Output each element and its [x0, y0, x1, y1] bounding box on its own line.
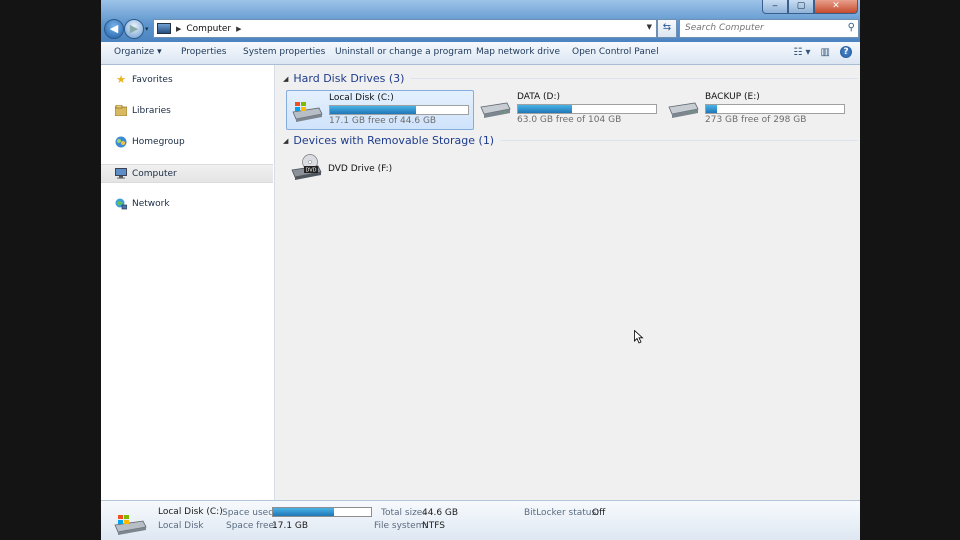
- forward-arrow-icon: ▶: [129, 22, 139, 35]
- total-size-label: Total size:: [381, 508, 426, 518]
- address-dropdown-icon[interactable]: ▼: [647, 23, 652, 31]
- mouse-pointer-icon: [634, 330, 644, 344]
- file-system-value: NTFS: [422, 521, 445, 531]
- sidebar-item-label: Network: [132, 198, 170, 209]
- forward-button[interactable]: ▶: [124, 19, 144, 39]
- view-controls: ☷ ▾ ▥ ?: [793, 46, 852, 58]
- space-used-bar: [272, 507, 372, 517]
- dvd-drive-icon: DVD: [291, 154, 322, 180]
- space-free-value: 17.1 GB: [272, 521, 309, 531]
- refresh-button[interactable]: ⇆: [657, 19, 677, 38]
- network-icon: [115, 198, 128, 210]
- drive-free-space: 63.0 GB free of 104 GB: [517, 115, 622, 125]
- drive-item-e[interactable]: BACKUP (E:) 273 GB free of 298 GB: [663, 90, 849, 128]
- space-used-label: Space used:: [222, 508, 277, 518]
- sidebar-item-label: Computer: [132, 168, 177, 179]
- properties-button[interactable]: Properties: [181, 47, 226, 57]
- total-size-value: 44.6 GB: [422, 508, 459, 518]
- sidebar-item-homegroup[interactable]: Homegroup: [101, 133, 273, 150]
- drive-usage-bar: [705, 104, 845, 114]
- sidebar-item-network[interactable]: Network: [101, 195, 273, 212]
- group-divider: [410, 78, 858, 79]
- windows-drive-icon: [292, 102, 323, 122]
- title-bar: ‒ ▢ ✕ ◀ ▶ ▾ ▶ Computer ▶ ▼ ⇆ ⚲: [101, 0, 860, 42]
- drive-usage-bar: [517, 104, 657, 114]
- refresh-icon: ⇆: [662, 22, 672, 33]
- minimize-button[interactable]: ‒: [762, 0, 788, 14]
- drive-name: DATA (D:): [517, 92, 561, 102]
- open-control-panel-button[interactable]: Open Control Panel: [572, 47, 659, 57]
- sidebar-item-label: Homegroup: [132, 136, 185, 147]
- search-icon[interactable]: ⚲: [848, 22, 855, 33]
- sidebar-item-label: Libraries: [132, 105, 171, 116]
- command-bar: Organize ▾ Properties System properties …: [101, 42, 860, 65]
- drive-name: DVD Drive (F:): [328, 164, 393, 174]
- drive-usage-fill: [330, 106, 416, 114]
- group-title: Hard Disk Drives (3): [293, 72, 405, 85]
- windows-drive-icon: [114, 515, 147, 535]
- explorer-window: ‒ ▢ ✕ ◀ ▶ ▾ ▶ Computer ▶ ▼ ⇆ ⚲ Organize …: [101, 0, 860, 540]
- hard-drive-icon: [480, 102, 511, 118]
- group-title: Devices with Removable Storage (1): [293, 134, 495, 147]
- details-pane: Local Disk (C:) Local Disk Space used: S…: [101, 500, 860, 540]
- drive-free-space: 17.1 GB free of 44.6 GB: [329, 116, 437, 126]
- space-used-fill: [273, 508, 334, 516]
- details-type: Local Disk: [158, 521, 204, 531]
- file-system-label: File system:: [374, 521, 428, 531]
- chevron-right-icon[interactable]: ▶: [176, 25, 181, 33]
- search-input[interactable]: [680, 20, 835, 35]
- navigation-pane: ★ Favorites Libraries Homegroup Computer…: [101, 65, 275, 500]
- back-button[interactable]: ◀: [104, 19, 124, 39]
- recent-pages-dropdown[interactable]: ▾: [145, 25, 149, 33]
- drive-name: BACKUP (E:): [705, 92, 760, 102]
- uninstall-program-button[interactable]: Uninstall or change a program: [335, 47, 472, 57]
- bitlocker-value: Off: [592, 508, 606, 518]
- homegroup-icon: [115, 136, 127, 148]
- drive-usage-fill: [518, 105, 572, 113]
- bitlocker-label: BitLocker status:: [524, 508, 600, 518]
- drive-usage-fill: [706, 105, 718, 113]
- drive-item-d[interactable]: DATA (D:) 63.0 GB free of 104 GB: [475, 90, 661, 128]
- system-properties-button[interactable]: System properties: [243, 47, 325, 57]
- computer-icon: [115, 167, 127, 180]
- back-arrow-icon: ◀: [109, 22, 119, 35]
- hard-drive-icon: [668, 102, 699, 118]
- map-network-drive-button[interactable]: Map network drive: [476, 47, 560, 57]
- address-bar[interactable]: ▶ Computer ▶ ▼: [153, 19, 657, 38]
- collapse-triangle-icon[interactable]: ◢: [283, 75, 288, 83]
- dvd-label: DVD: [305, 168, 316, 174]
- preview-pane-icon[interactable]: ▥: [821, 47, 830, 58]
- sidebar-item-favorites[interactable]: ★ Favorites: [101, 71, 273, 88]
- star-icon: ★: [116, 72, 126, 86]
- drive-item-c[interactable]: Local Disk (C:) 17.1 GB free of 44.6 GB: [286, 90, 474, 130]
- group-header-hard-disks[interactable]: ◢ Hard Disk Drives (3): [283, 72, 858, 85]
- caption-buttons: ‒ ▢ ✕: [762, 0, 858, 14]
- group-header-removable[interactable]: ◢ Devices with Removable Storage (1): [283, 134, 858, 147]
- close-button[interactable]: ✕: [814, 0, 858, 14]
- content-pane: ◢ Hard Disk Drives (3) Local Disk (C:) 1…: [275, 65, 860, 500]
- drive-item-dvd[interactable]: DVD DVD Drive (F:): [286, 152, 472, 190]
- drive-name: Local Disk (C:): [329, 93, 394, 103]
- maximize-button[interactable]: ▢: [788, 0, 814, 14]
- search-box[interactable]: ⚲: [679, 19, 859, 38]
- collapse-triangle-icon[interactable]: ◢: [283, 137, 288, 145]
- drive-free-space: 273 GB free of 298 GB: [705, 115, 807, 125]
- breadcrumb-computer[interactable]: Computer: [186, 24, 231, 34]
- group-divider: [500, 140, 858, 141]
- change-view-icon[interactable]: ☷ ▾: [793, 47, 810, 58]
- libraries-icon: [114, 104, 128, 117]
- sidebar-item-computer[interactable]: Computer: [101, 164, 273, 183]
- sidebar-item-libraries[interactable]: Libraries: [101, 102, 273, 119]
- details-name: Local Disk (C:): [158, 507, 223, 517]
- space-free-label: Space free:: [226, 521, 278, 531]
- help-icon[interactable]: ?: [840, 46, 852, 58]
- chevron-right-icon[interactable]: ▶: [236, 25, 241, 33]
- sidebar-item-label: Favorites: [132, 74, 173, 85]
- drive-usage-bar: [329, 105, 469, 115]
- organize-menu[interactable]: Organize ▾: [114, 47, 162, 57]
- computer-icon: [157, 23, 171, 34]
